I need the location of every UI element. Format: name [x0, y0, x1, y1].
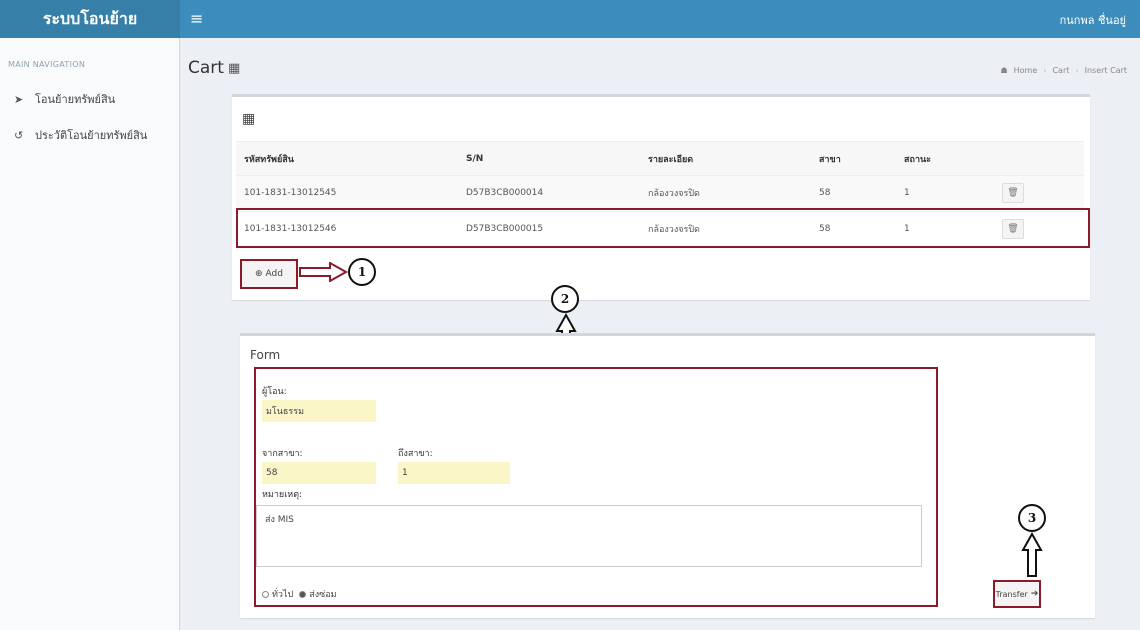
breadcrumb-current: Insert Cart: [1084, 66, 1127, 75]
note-textarea[interactable]: ส่ง MIS: [256, 505, 922, 567]
radio-repair-label: ส่งซ่อม: [309, 590, 337, 600]
sidebar-item-history[interactable]: ↺ ประวัติโอนย้ายทรัพย์สิน: [14, 126, 147, 144]
header-asset-code: รหัสทรัพย์สิน: [244, 155, 294, 165]
menu-toggle-icon[interactable]: ≡: [190, 9, 203, 29]
row-highlight-frame: [236, 208, 1090, 248]
from-branch-input[interactable]: 58: [262, 462, 376, 484]
app-brand[interactable]: ระบบโอนย้าย: [0, 0, 180, 38]
callout-arrow-1: [299, 262, 349, 282]
nav-header: MAIN NAVIGATION: [8, 60, 86, 69]
trash-icon: 🗑: [1007, 188, 1019, 198]
cell-status: 1: [904, 188, 910, 198]
sidebar-item-label: โอนย้ายทรัพย์สิน: [35, 93, 116, 106]
transfer-type-radio-group: ทั่วไป ส่งซ่อม: [262, 587, 337, 601]
form-title: Form: [250, 348, 281, 362]
basket-icon: ▦: [227, 60, 241, 76]
callout-arrow-3: [1021, 532, 1043, 577]
note-label: หมายเหตุ:: [262, 490, 303, 500]
top-navbar: ระบบโอนย้าย ≡ กนกพล ชื่นอยู่: [0, 0, 1140, 38]
callout-1: 1: [348, 258, 376, 286]
header-status: สถานะ: [904, 155, 931, 165]
add-button[interactable]: ⊕ Add: [240, 259, 298, 289]
header-detail: รายละเอียด: [648, 155, 694, 165]
cell-asset-code: 101-1831-13012545: [244, 188, 337, 198]
breadcrumb-separator: ›: [1043, 66, 1047, 75]
basket-icon: ▦: [242, 111, 256, 127]
plus-circle-icon: ⊕: [255, 269, 263, 279]
user-menu[interactable]: กนกพล ชื่นอยู่: [1060, 11, 1126, 29]
breadcrumb-home[interactable]: Home: [1014, 66, 1038, 75]
to-branch-input[interactable]: 1: [398, 462, 510, 484]
sender-label: ผู้โอน:: [262, 387, 287, 397]
cell-branch: 58: [819, 188, 831, 198]
from-branch-label: จากสาขา:: [262, 449, 303, 459]
cell-detail: กล้องวงจรปิด: [648, 189, 700, 199]
to-branch-label: ถึงสาขา:: [398, 449, 433, 459]
delete-button[interactable]: 🗑: [1002, 183, 1024, 203]
breadcrumb-separator: ›: [1075, 66, 1079, 75]
callout-2: 2: [551, 285, 579, 313]
arrow-right-shape: [299, 262, 349, 282]
sender-input[interactable]: มโนธรรม: [262, 400, 376, 422]
page-title: Cart ▦: [188, 58, 241, 78]
header-branch: สาขา: [819, 155, 841, 165]
table-row: 101-1831-13012545 D57B3CB000014 กล้องวงจ…: [236, 175, 1084, 209]
header-sn: S/N: [466, 154, 484, 164]
table-header-row: รหัสทรัพย์สิน S/N รายละเอียด สาขา สถานะ: [236, 141, 1084, 175]
arrow-circle-right-icon: ➔: [1030, 589, 1039, 599]
sidebar-item-label: ประวัติโอนย้ายทรัพย์สิน: [35, 129, 148, 142]
cell-sn: D57B3CB000014: [466, 188, 544, 198]
sidebar-item-transfer[interactable]: ➤ โอนย้ายทรัพย์สิน: [14, 90, 115, 108]
breadcrumb: ☗ Home › Cart › Insert Cart: [997, 66, 1130, 75]
home-icon: ☗: [1000, 66, 1008, 75]
callout-3: 3: [1018, 504, 1046, 532]
radio-repair[interactable]: [299, 590, 307, 598]
radio-general-label: ทั่วไป: [272, 590, 294, 600]
arrow-up-shape: [1021, 532, 1043, 577]
delete-cell: 🗑: [1002, 176, 1024, 210]
radio-general[interactable]: [262, 590, 269, 598]
history-icon: ↺: [14, 128, 24, 142]
send-icon: ➤: [14, 92, 24, 106]
breadcrumb-cart[interactable]: Cart: [1052, 66, 1069, 75]
transfer-button[interactable]: Transfer ➔: [993, 580, 1041, 608]
